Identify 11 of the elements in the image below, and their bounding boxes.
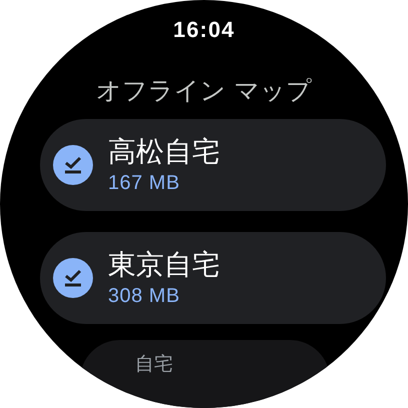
download-done-icon — [53, 258, 93, 298]
download-done-icon — [53, 145, 93, 185]
map-list-item[interactable]: 東京自宅 308 MB — [40, 232, 386, 324]
screen-title: オフライン マップ — [96, 76, 312, 106]
status-time: 16:04 — [173, 16, 235, 44]
map-name: 高松自宅 — [108, 134, 220, 170]
map-size: 167 MB — [108, 171, 181, 196]
map-name: 東京自宅 — [108, 247, 220, 283]
map-size: 308 MB — [108, 284, 181, 309]
map-list-item[interactable]: 高松自宅 167 MB — [40, 119, 386, 211]
map-name: 自宅 — [135, 352, 174, 376]
